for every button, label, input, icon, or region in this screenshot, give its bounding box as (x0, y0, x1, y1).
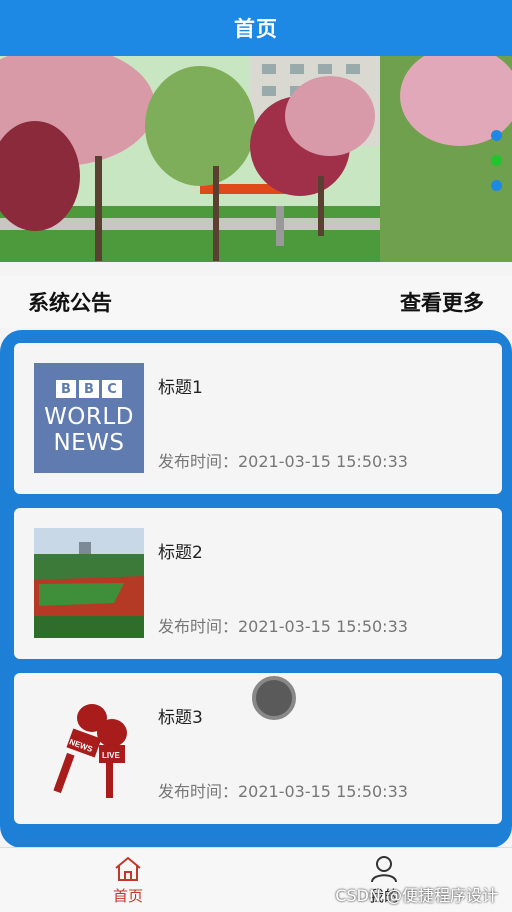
home-icon (115, 856, 141, 881)
carousel-dot[interactable] (491, 180, 502, 191)
carousel-indicators[interactable] (491, 130, 502, 191)
news-thumbnail: NEWS LIVE (34, 693, 144, 803)
bbc-logo-image: B B C WORLD NEWS (34, 363, 144, 473)
banner-carousel[interactable] (0, 56, 512, 262)
notice-list: B B C WORLD NEWS 标题1 发布时间：2021-03-15 15:… (0, 330, 512, 848)
floating-assist-button[interactable] (252, 676, 296, 720)
carousel-dot-active[interactable] (491, 155, 502, 166)
tab-home[interactable]: 首页 (0, 848, 256, 912)
user-icon (371, 855, 397, 882)
watermark-text: CSDN @便捷程序设计 (335, 886, 498, 905)
item-time: 发布时间：2021-03-15 15:50:33 (158, 782, 408, 801)
item-time: 发布时间：2021-03-15 15:50:33 (158, 452, 408, 471)
top-nav-bar: 首页 (0, 0, 512, 56)
bbc-line: WORLD (44, 404, 134, 430)
carousel-dot[interactable] (491, 130, 502, 141)
item-time: 发布时间：2021-03-15 15:50:33 (158, 617, 408, 636)
news-thumbnail: B B C WORLD NEWS (34, 363, 144, 473)
news-microphones-image: NEWS LIVE (34, 693, 144, 803)
bbc-box: B (56, 380, 76, 398)
news-thumbnail (34, 528, 144, 638)
bbc-box: B (79, 380, 99, 398)
item-title: 标题2 (158, 543, 203, 563)
list-item[interactable]: 标题2 发布时间：2021-03-15 15:50:33 (14, 508, 502, 659)
bbc-box: C (102, 380, 122, 398)
notice-title: 系统公告 (28, 291, 112, 315)
sports-field-image (34, 528, 144, 638)
campus-photo (0, 56, 512, 262)
list-item[interactable]: B B C WORLD NEWS 标题1 发布时间：2021-03-15 15:… (14, 343, 502, 494)
item-title: 标题3 (158, 708, 203, 728)
bbc-line: NEWS (53, 430, 125, 456)
notice-header: 系统公告 查看更多 (0, 276, 512, 328)
item-title: 标题1 (158, 378, 203, 398)
page-title: 首页 (234, 17, 278, 41)
tab-home-label: 首页 (112, 886, 143, 905)
mic-live-text: LIVE (102, 751, 120, 760)
view-more-link[interactable]: 查看更多 (400, 287, 484, 317)
